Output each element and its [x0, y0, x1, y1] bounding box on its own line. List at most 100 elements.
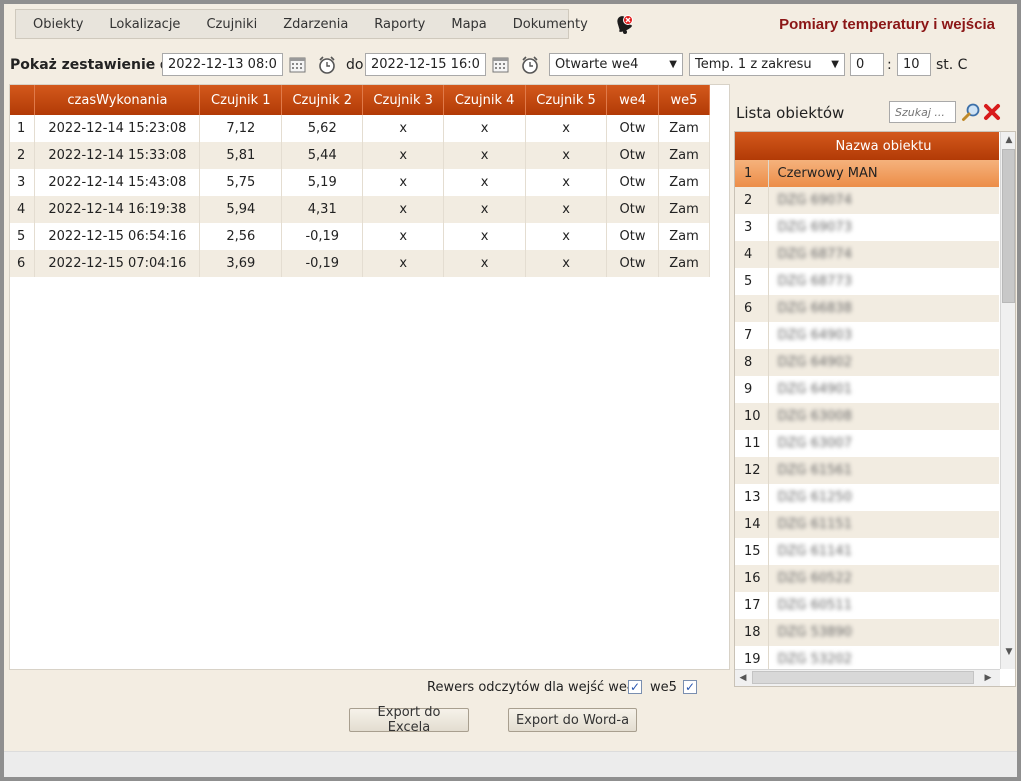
object-list-item[interactable]: 16 DZG 60522 [735, 565, 999, 592]
table-cell: x [525, 115, 608, 142]
scroll-right-icon[interactable]: ▶ [980, 670, 996, 686]
range-min-input[interactable] [850, 53, 884, 76]
object-list-item[interactable]: 17 DZG 60511 [735, 592, 999, 619]
table-cell: x [525, 223, 608, 250]
table-cell: Zam [658, 115, 710, 142]
table-row[interactable]: 4 2022-12-14 16:19:38 5,94 4,31 x x x Otw Zam [10, 196, 710, 223]
object-list-item[interactable]: 4 DZG 68774 [735, 241, 999, 268]
menu-item-dokumenty[interactable]: Dokumenty [500, 17, 601, 32]
table-row[interactable]: 3 2022-12-14 15:43:08 5,75 5,19 x x x Otw Zam [10, 169, 710, 196]
clock-to-icon[interactable] [520, 55, 540, 75]
col-header-czujnik3[interactable]: Czujnik 3 [362, 85, 445, 115]
object-list-item[interactable]: 3 DZG 69073 [735, 214, 999, 241]
col-header-index[interactable] [10, 85, 36, 115]
range-max-input[interactable] [897, 53, 931, 76]
col-header-czujnik4[interactable]: Czujnik 4 [443, 85, 527, 115]
table-cell: Zam [658, 169, 710, 196]
menu-item-mapa[interactable]: Mapa [438, 17, 499, 32]
range-separator: : [887, 57, 892, 73]
col-header-czujnik1[interactable]: Czujnik 1 [199, 85, 283, 115]
menu-item-obiekty[interactable]: Obiekty [20, 17, 96, 32]
scroll-up-icon[interactable]: ▲ [1001, 132, 1015, 148]
object-list-item[interactable]: 2 DZG 69074 [735, 187, 999, 214]
table-cell: 3 [10, 169, 36, 196]
table-cell: x [362, 115, 445, 142]
horizontal-scrollbar[interactable]: ◀ ▶ [735, 669, 1000, 686]
col-header-czujnik5[interactable]: Czujnik 5 [525, 85, 608, 115]
input-state-select[interactable]: Otwarte we4 ▼ [549, 53, 683, 76]
object-list-item[interactable]: 7 DZG 64903 [735, 322, 999, 349]
date-to-input[interactable] [365, 53, 486, 76]
object-name: DZG 64902 [768, 349, 999, 376]
object-list-item[interactable]: 8 DZG 64902 [735, 349, 999, 376]
table-cell: 2022-12-15 07:04:16 [34, 250, 201, 277]
object-list-item[interactable]: 14 DZG 61151 [735, 511, 999, 538]
temperature-range-select[interactable]: Temp. 1 z zakresu ▼ [689, 53, 845, 76]
object-col-name[interactable]: Nazwa obiektu [768, 132, 999, 160]
export-excel-button[interactable]: Export do Excela [349, 705, 469, 735]
table-cell: x [443, 115, 527, 142]
table-cell: Zam [658, 250, 710, 277]
search-icon[interactable] [961, 102, 981, 122]
object-list-item[interactable]: 11 DZG 63007 [735, 430, 999, 457]
col-header-we4[interactable]: we4 [606, 85, 659, 115]
col-header-czujnik2[interactable]: Czujnik 2 [281, 85, 364, 115]
object-list-title: Lista obiektów [736, 104, 845, 122]
table-cell: Otw [606, 250, 659, 277]
object-name: DZG 63008 [768, 403, 999, 430]
horizontal-scroll-thumb[interactable] [752, 671, 974, 684]
col-header-czas[interactable]: czasWykonania [34, 85, 201, 115]
object-list-item[interactable]: 15 DZG 61141 [735, 538, 999, 565]
object-name-text: Czerwowy MAN [777, 166, 878, 181]
object-name: DZG 64903 [768, 322, 999, 349]
object-list-item[interactable]: 9 DZG 64901 [735, 376, 999, 403]
menu-item-czujniki[interactable]: Czujniki [193, 17, 270, 32]
object-list-item[interactable]: 12 DZG 61561 [735, 457, 999, 484]
calendar-to-icon[interactable] [491, 55, 511, 75]
menu-item-raporty[interactable]: Raporty [361, 17, 438, 32]
calendar-from-icon[interactable] [288, 55, 308, 75]
object-list-item[interactable]: 10 DZG 63008 [735, 403, 999, 430]
date-from-input[interactable] [162, 53, 283, 76]
we5-reverse-checkbox[interactable]: ✓ [683, 680, 697, 694]
object-name-text: DZG 53202 [777, 652, 852, 667]
object-list-item[interactable]: 1 Czerwowy MAN [735, 160, 999, 187]
clear-search-icon[interactable] [982, 102, 1002, 122]
object-table: Nazwa obiektu 1 Czerwowy MAN 2 DZG 69074 3 DZ… [735, 132, 999, 673]
object-name: DZG 69073 [768, 214, 999, 241]
table-cell: 4 [10, 196, 36, 223]
table-row[interactable]: 1 2022-12-14 15:23:08 7,12 5,62 x x x Otw Zam [10, 115, 710, 142]
filter-label-bold: Pokaż zestawienie [10, 57, 156, 73]
dropdown-arrow-icon: ▼ [669, 59, 677, 70]
object-search-input[interactable] [889, 101, 956, 123]
object-name: DZG 68773 [768, 268, 999, 295]
table-cell: x [443, 223, 527, 250]
scroll-down-icon[interactable]: ▼ [1001, 644, 1015, 660]
vertical-scroll-thumb[interactable] [1002, 149, 1015, 303]
menu-item-lokalizacje[interactable]: Lokalizacje [96, 17, 193, 32]
object-name-text: DZG 63007 [777, 436, 852, 451]
object-name: DZG 63007 [768, 430, 999, 457]
scroll-left-icon[interactable]: ◀ [735, 670, 751, 686]
table-row[interactable]: 6 2022-12-15 07:04:16 3,69 -0,19 x x x Otw Zam [10, 250, 710, 277]
clock-from-icon[interactable] [317, 55, 337, 75]
object-list-item[interactable]: 5 DZG 68773 [735, 268, 999, 295]
we4-reverse-checkbox[interactable]: ✓ [628, 680, 642, 694]
object-list-item[interactable]: 13 DZG 61250 [735, 484, 999, 511]
temperature-range-value: Temp. 1 z zakresu [695, 57, 812, 72]
object-list-item[interactable]: 18 DZG 53890 [735, 619, 999, 646]
table-cell: x [525, 169, 608, 196]
alarm-bell-icon[interactable] [610, 10, 636, 36]
object-list-item[interactable]: 6 DZG 66838 [735, 295, 999, 322]
object-index: 4 [735, 241, 769, 268]
col-header-we5[interactable]: we5 [658, 85, 710, 115]
object-index: 7 [735, 322, 769, 349]
menu-item-zdarzenia[interactable]: Zdarzenia [270, 17, 361, 32]
table-cell: Otw [606, 196, 659, 223]
vertical-scrollbar[interactable]: ▲ ▼ [1000, 132, 1015, 669]
export-word-button[interactable]: Export do Word-a [508, 708, 637, 732]
filter-label: Pokaż zestawienie od [10, 57, 177, 73]
table-row[interactable]: 2 2022-12-14 15:33:08 5,81 5,44 x x x Otw Zam [10, 142, 710, 169]
table-row[interactable]: 5 2022-12-15 06:54:16 2,56 -0,19 x x x Otw Zam [10, 223, 710, 250]
table-cell: 3,69 [199, 250, 283, 277]
